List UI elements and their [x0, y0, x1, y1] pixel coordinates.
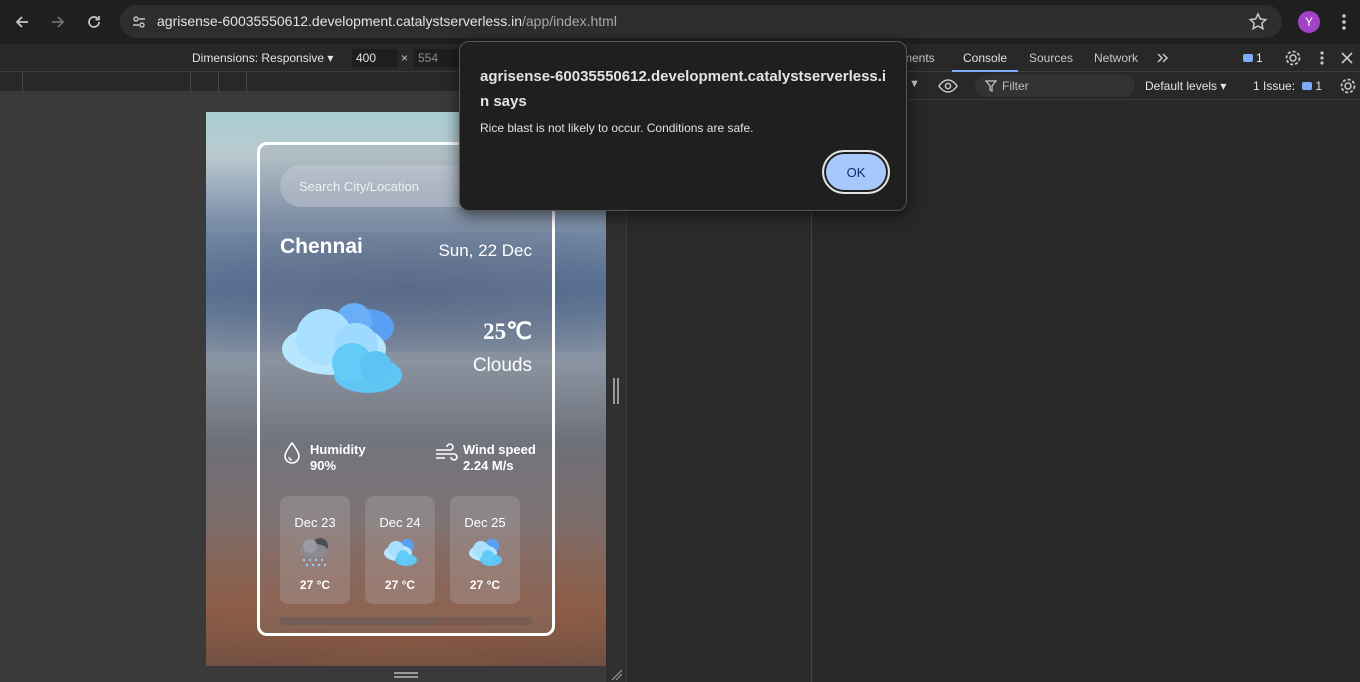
humidity-label: Humidity [310, 442, 366, 457]
current-date: Sun, 22 Dec [438, 241, 532, 260]
address-bar[interactable]: agrisense-60035550612.development.cataly… [120, 5, 1282, 38]
weather-condition: Clouds [472, 355, 532, 376]
ruler-tick [22, 72, 23, 91]
back-button[interactable] [9, 9, 35, 35]
forecast-day-card: Dec 24 27 °C [365, 496, 435, 604]
clouds-icon [282, 303, 402, 393]
forecast-temp: 27 °C [384, 578, 416, 592]
log-levels-label: Default levels [1145, 79, 1218, 93]
more-tabs-icon[interactable] [1154, 49, 1172, 67]
filter-input[interactable]: Filter [975, 75, 1135, 97]
forecast-date: Dec 25 [464, 515, 506, 530]
profile-avatar[interactable]: Y [1298, 11, 1320, 33]
site-info-icon[interactable] [128, 11, 150, 33]
issues-count: 1 [1315, 79, 1323, 93]
city-name: Chennai [280, 235, 363, 258]
dialog-message: Rice blast is not likely to occur. Condi… [480, 121, 754, 135]
browser-menu-icon[interactable] [1334, 11, 1354, 33]
settings-gear-icon[interactable] [1284, 49, 1302, 67]
back-arrow-icon [15, 16, 28, 28]
ok-button[interactable]: OK [822, 150, 890, 194]
resize-handle-bottom[interactable] [394, 672, 418, 678]
issues-counter[interactable]: 1 Issue: 1 [1253, 79, 1322, 93]
forecast-scrollbar[interactable] [280, 617, 532, 625]
dimensions-dropdown[interactable]: Dimensions: Responsive ▾ [192, 51, 333, 65]
forecast-date: Dec 24 [379, 515, 421, 530]
ruler-tick [190, 72, 191, 91]
ruler-tick [218, 72, 219, 91]
bookmark-star-icon[interactable] [1248, 12, 1268, 32]
wind-speed-label: Wind speed [463, 442, 536, 457]
alert-dialog: agrisense-60035550612.development.cataly… [459, 41, 907, 211]
temperature: 25℃ [483, 319, 532, 344]
dimensions-label: Dimensions: Responsive [192, 51, 325, 65]
chevron-down-icon: ▾ [327, 51, 334, 65]
tab-console[interactable]: Console [963, 51, 1007, 65]
console-settings-gear-icon[interactable] [1339, 77, 1357, 95]
url-host: agrisense-60035550612.development.cataly… [157, 13, 522, 29]
wind-speed-value: 2.24 M/s [463, 458, 514, 473]
url-text: agrisense-60035550612.development.cataly… [157, 13, 617, 29]
width-input[interactable]: 400 [352, 49, 398, 67]
close-icon[interactable] [1338, 49, 1356, 67]
forward-arrow-icon [52, 16, 65, 28]
humidity-value: 90% [310, 458, 337, 473]
forecast-temp: 27 °C [299, 578, 331, 592]
filter-placeholder: Filter [1002, 79, 1029, 93]
rain-cloud-icon [300, 538, 328, 567]
ruler-tick [246, 72, 247, 91]
search-placeholder: Search City/Location [299, 179, 419, 194]
resize-handle-right[interactable] [613, 378, 619, 404]
forecast-day-card: Dec 23 27 °C [280, 496, 350, 604]
filter-icon [985, 80, 997, 92]
context-dropdown-icon[interactable]: ▼ [909, 78, 920, 90]
tab-sources[interactable]: Sources [1029, 51, 1073, 65]
wind-icon [436, 443, 458, 461]
log-levels-dropdown[interactable]: Default levels ▾ [1145, 79, 1226, 93]
eye-icon[interactable] [938, 78, 958, 94]
forecast-temp: 27 °C [469, 578, 501, 592]
messages-badge[interactable]: 1 [1243, 51, 1263, 65]
message-icon [1243, 54, 1253, 62]
weather-card: Search City/Location Chennai Sun, 22 Dec… [257, 142, 555, 636]
clouds-icon [384, 539, 417, 566]
resize-corner-icon[interactable] [610, 668, 622, 680]
forward-button[interactable] [45, 9, 71, 35]
forecast-day-card: Dec 25 27 °C [450, 496, 520, 604]
humidity-droplet-icon [284, 441, 300, 464]
reload-button[interactable] [81, 9, 107, 35]
chevron-down-icon: ▾ [1220, 79, 1227, 93]
devtools-menu-icon[interactable] [1313, 49, 1331, 67]
issues-label: 1 Issue: [1253, 79, 1296, 93]
height-input[interactable]: 554 [414, 49, 460, 67]
message-count: 1 [1256, 51, 1263, 65]
url-path: /app/index.html [522, 13, 617, 29]
reload-icon [88, 16, 100, 28]
browser-toolbar: agrisense-60035550612.development.cataly… [0, 0, 1360, 44]
dimension-separator: × [401, 51, 409, 65]
dialog-title: agrisense-60035550612.development.cataly… [480, 68, 887, 110]
message-icon [1302, 82, 1313, 90]
tab-network[interactable]: Network [1094, 51, 1138, 65]
forecast-date: Dec 23 [294, 515, 336, 530]
clouds-icon [469, 539, 502, 566]
scrollbar-thumb[interactable] [280, 617, 437, 625]
